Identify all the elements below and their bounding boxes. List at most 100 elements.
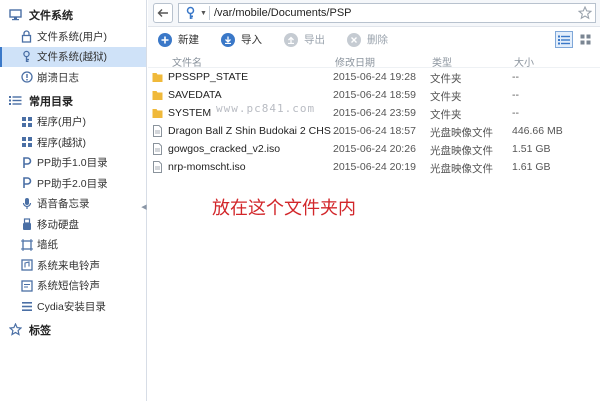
delete-button[interactable]: 删除 [347, 32, 388, 47]
grid-view-icon[interactable] [576, 31, 594, 48]
group-label: 文件系统 [29, 10, 73, 22]
view-switcher [552, 31, 594, 48]
file-size: -- [512, 107, 519, 119]
plus-icon [158, 32, 172, 47]
sidebar-item-label: 文件系统(用户) [37, 30, 107, 43]
file-date: 2015-06-24 20:19 [333, 161, 416, 173]
file-name: gowgos_cracked_v2.iso [168, 143, 281, 155]
file-name: nrp-momscht.iso [168, 161, 246, 173]
sidebar-item-label: 移动硬盘 [37, 218, 79, 231]
sidebar-item-label: PP助手2.0目录 [37, 177, 108, 190]
group-common-dirs[interactable]: 常用目录 [0, 90, 146, 112]
column-name[interactable]: 文件名 [172, 54, 202, 69]
sidebar-item-pp1-dir[interactable]: PP助手1.0目录 [0, 153, 146, 174]
sidebar-item-sms-tones[interactable]: 系统短信铃声 [0, 276, 146, 297]
toolbar: 新建 导入 导出 删除 [148, 27, 600, 52]
address-path[interactable]: /var/mobile/Documents/PSP [214, 7, 577, 19]
list-view-icon[interactable] [555, 31, 573, 48]
file-name: Dragon Ball Z Shin Budokai 2 CHS ... [168, 125, 343, 137]
key-icon [20, 50, 33, 64]
sidebar-item-fs-user[interactable]: 文件系统(用户) [0, 26, 146, 47]
collapse-sidebar-icon[interactable]: ◀ [141, 203, 147, 213]
ringtone-icon [20, 258, 33, 272]
file-list: PPSSPP_STATE 2015-06-24 19:28 文件夹 -- SAV… [148, 68, 600, 176]
list-icon [8, 94, 22, 108]
column-header: 文件名 修改日期 类型 大小 [148, 52, 600, 69]
column-type[interactable]: 类型 [432, 54, 452, 69]
column-date[interactable]: 修改日期 [335, 54, 375, 69]
file-date: 2015-06-24 20:26 [333, 143, 416, 155]
file-name: SAVEDATA [168, 89, 222, 101]
apps-icon [20, 135, 33, 149]
file-size: -- [512, 71, 519, 83]
group-label: 标签 [29, 324, 51, 337]
apps-icon [20, 115, 33, 129]
sidebar-item-label: 系统来电铃声 [37, 259, 100, 272]
sidebar-item-apps-jailbreak[interactable]: 程序(越狱) [0, 132, 146, 153]
sidebar-item-label: PP助手1.0目录 [37, 157, 108, 170]
mic-icon [20, 197, 33, 211]
file-icon [153, 161, 162, 173]
divider [208, 6, 210, 20]
group-label: 常用目录 [29, 95, 73, 108]
file-icon [153, 143, 162, 155]
sms-tone-icon [20, 279, 33, 293]
sidebar: 文件系统 文件系统(用户) 文件系统(越狱) 崩溃日志 常用目录 程序(用户) [0, 0, 147, 401]
folder-icon [152, 109, 163, 118]
column-size[interactable]: 大小 [514, 54, 534, 69]
table-row[interactable]: Dragon Ball Z Shin Budokai 2 CHS ... 201… [148, 122, 600, 140]
arrow-left-icon [157, 9, 168, 17]
delete-label: 删除 [367, 34, 388, 46]
export-button[interactable]: 导出 [284, 32, 325, 47]
sidebar-item-fs-jailbreak[interactable]: 文件系统(越狱) [0, 46, 146, 67]
file-name: PPSSPP_STATE [168, 71, 249, 83]
address-row: ▼ /var/mobile/Documents/PSP [148, 0, 600, 27]
file-type: 光盘映像文件 [430, 145, 493, 157]
delete-icon [347, 32, 361, 47]
sidebar-item-label: 墙纸 [37, 239, 58, 252]
sidebar-item-crash-log[interactable]: 崩溃日志 [0, 67, 146, 88]
sidebar-item-wallpaper[interactable]: 墙纸 [0, 235, 146, 256]
table-row[interactable]: gowgos_cracked_v2.iso 2015-06-24 20:26 光… [148, 140, 600, 158]
import-label: 导入 [241, 34, 262, 46]
sidebar-item-cydia-dir[interactable]: Cydia安装目录 [0, 296, 146, 317]
sidebar-item-apps-user[interactable]: 程序(用户) [0, 112, 146, 133]
file-date: 2015-06-24 23:59 [333, 107, 416, 119]
new-button[interactable]: 新建 [158, 32, 199, 47]
file-date: 2015-06-24 18:57 [333, 125, 416, 137]
sidebar-item-label: 系统短信铃声 [37, 280, 100, 293]
file-date: 2015-06-24 19:28 [333, 71, 416, 83]
table-row[interactable]: PPSSPP_STATE 2015-06-24 19:28 文件夹 -- [148, 68, 600, 86]
p-icon [20, 176, 33, 190]
sidebar-item-ringtones[interactable]: 系统来电铃声 [0, 255, 146, 276]
annotation-text: 放在这个文件夹内 [212, 198, 356, 219]
sidebar-item-label: 文件系统(越狱) [37, 51, 107, 64]
sidebar-item-mobile-disk[interactable]: 移动硬盘 [0, 214, 146, 235]
sidebar-item-voice-memos[interactable]: 语音备忘录 [0, 194, 146, 215]
star-icon [8, 323, 22, 337]
folder-icon [152, 91, 163, 100]
menu-icon [20, 299, 33, 313]
sidebar-item-label: 崩溃日志 [37, 71, 79, 84]
p-icon [20, 156, 33, 170]
file-size: 1.61 GB [512, 161, 551, 173]
file-date: 2015-06-24 18:59 [333, 89, 416, 101]
folder-icon [152, 73, 163, 82]
export-label: 导出 [304, 34, 325, 46]
sidebar-item-pp2-dir[interactable]: PP助手2.0目录 [0, 173, 146, 194]
watermark-text: www.pc841.com [216, 102, 316, 115]
export-icon [284, 32, 298, 47]
key-icon [181, 4, 199, 22]
new-label: 新建 [178, 34, 199, 46]
bookmark-star-icon[interactable] [577, 5, 593, 21]
group-tags[interactable]: 标签 [0, 319, 146, 341]
table-row[interactable]: nrp-momscht.iso 2015-06-24 20:19 光盘映像文件 … [148, 158, 600, 176]
file-type: 光盘映像文件 [430, 163, 493, 175]
address-bar[interactable]: ▼ /var/mobile/Documents/PSP [178, 3, 596, 23]
monitor-icon [8, 8, 22, 22]
sidebar-item-label: 语音备忘录 [37, 198, 90, 211]
back-button[interactable] [153, 3, 173, 23]
chevron-down-icon[interactable]: ▼ [200, 10, 207, 17]
group-filesystem[interactable]: 文件系统 [0, 4, 146, 26]
import-button[interactable]: 导入 [221, 32, 262, 47]
